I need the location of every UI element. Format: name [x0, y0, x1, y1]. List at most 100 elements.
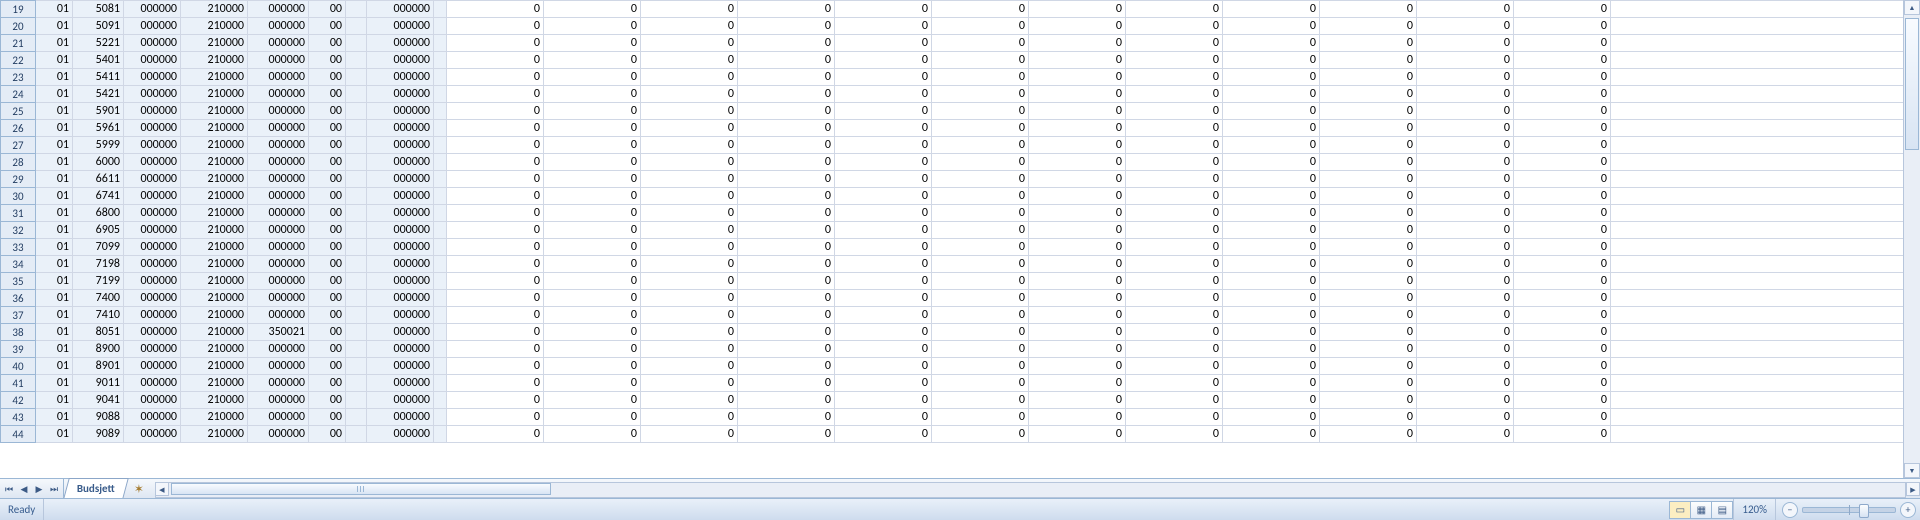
cell[interactable]: [1611, 256, 1918, 273]
cell[interactable]: 01: [36, 154, 73, 171]
cell[interactable]: 000000: [248, 103, 309, 120]
cell[interactable]: 0: [1514, 341, 1611, 358]
cell[interactable]: 0: [447, 18, 544, 35]
cell[interactable]: 0: [1320, 103, 1417, 120]
cell[interactable]: 0: [1320, 341, 1417, 358]
cell[interactable]: 0: [1320, 137, 1417, 154]
cell[interactable]: [434, 358, 447, 375]
cell[interactable]: 9088: [73, 409, 124, 426]
cell[interactable]: 000000: [248, 273, 309, 290]
cell[interactable]: [1611, 273, 1918, 290]
cell[interactable]: 000000: [248, 426, 309, 443]
cell[interactable]: 0: [1223, 392, 1320, 409]
cell[interactable]: 0: [835, 1, 932, 18]
cell[interactable]: 00: [309, 103, 346, 120]
cell[interactable]: 0: [1126, 290, 1223, 307]
cell[interactable]: 0: [1320, 273, 1417, 290]
cell[interactable]: 0: [1514, 18, 1611, 35]
cell[interactable]: 0: [1417, 392, 1514, 409]
cell[interactable]: 0: [447, 120, 544, 137]
cell[interactable]: 0: [835, 307, 932, 324]
cell[interactable]: 8051: [73, 324, 124, 341]
cell[interactable]: 0: [1514, 86, 1611, 103]
cell[interactable]: [1611, 69, 1918, 86]
cell[interactable]: 0: [1126, 35, 1223, 52]
cell[interactable]: 01: [36, 35, 73, 52]
cell[interactable]: [434, 188, 447, 205]
cell[interactable]: [1611, 35, 1918, 52]
cell[interactable]: 0: [932, 341, 1029, 358]
cell[interactable]: 0: [1320, 188, 1417, 205]
cell[interactable]: 0: [1514, 290, 1611, 307]
cell[interactable]: 00: [309, 137, 346, 154]
cell[interactable]: 000000: [124, 171, 181, 188]
cell[interactable]: 0: [1126, 171, 1223, 188]
cell[interactable]: 0: [1417, 222, 1514, 239]
cell[interactable]: 0: [1029, 154, 1126, 171]
cell[interactable]: [346, 273, 367, 290]
cell[interactable]: 0: [447, 290, 544, 307]
cell[interactable]: [346, 188, 367, 205]
cell[interactable]: 0: [1417, 341, 1514, 358]
cell[interactable]: 210000: [181, 375, 248, 392]
cell[interactable]: 0: [1029, 358, 1126, 375]
cell[interactable]: 0: [641, 103, 738, 120]
cell[interactable]: 01: [36, 426, 73, 443]
cell[interactable]: 210000: [181, 426, 248, 443]
cell[interactable]: 0: [738, 120, 835, 137]
cell[interactable]: 0: [1417, 273, 1514, 290]
cell[interactable]: 0: [1223, 341, 1320, 358]
cell[interactable]: 0: [641, 120, 738, 137]
cell[interactable]: [434, 392, 447, 409]
cell[interactable]: [346, 256, 367, 273]
cell[interactable]: 00: [309, 256, 346, 273]
cell[interactable]: [1611, 358, 1918, 375]
view-page-layout-button[interactable]: ▦: [1691, 502, 1712, 518]
cell[interactable]: 0: [835, 69, 932, 86]
cell[interactable]: 000000: [248, 222, 309, 239]
cell[interactable]: 000000: [124, 188, 181, 205]
cell[interactable]: [434, 69, 447, 86]
cell[interactable]: 0: [835, 239, 932, 256]
cell[interactable]: 000000: [367, 341, 434, 358]
cell[interactable]: 0: [835, 120, 932, 137]
cell[interactable]: 01: [36, 358, 73, 375]
cell[interactable]: 000000: [124, 324, 181, 341]
cell[interactable]: [346, 341, 367, 358]
cell[interactable]: [346, 35, 367, 52]
cell[interactable]: 0: [641, 69, 738, 86]
cell[interactable]: 00: [309, 392, 346, 409]
cell[interactable]: [434, 341, 447, 358]
cell[interactable]: 0: [1126, 1, 1223, 18]
cell[interactable]: 000000: [124, 409, 181, 426]
cell[interactable]: 0: [932, 52, 1029, 69]
vertical-scrollbar[interactable]: ▲ ▼: [1903, 0, 1920, 478]
cell[interactable]: 0: [1029, 239, 1126, 256]
cell[interactable]: [1611, 1, 1918, 18]
cell[interactable]: 0: [1029, 256, 1126, 273]
row-header[interactable]: 33: [1, 239, 36, 256]
cell[interactable]: 0: [447, 341, 544, 358]
row-header[interactable]: 38: [1, 324, 36, 341]
cell[interactable]: 0: [447, 375, 544, 392]
cell[interactable]: 0: [1417, 154, 1514, 171]
cell[interactable]: 0: [1126, 154, 1223, 171]
cell[interactable]: 0: [1514, 358, 1611, 375]
cell[interactable]: 210000: [181, 120, 248, 137]
cell[interactable]: 0: [544, 222, 641, 239]
cell[interactable]: 0: [738, 222, 835, 239]
cell[interactable]: 210000: [181, 188, 248, 205]
cell[interactable]: 0: [1126, 52, 1223, 69]
cell[interactable]: [434, 1, 447, 18]
cell[interactable]: [346, 69, 367, 86]
cell[interactable]: 0: [738, 290, 835, 307]
cell[interactable]: 000000: [124, 35, 181, 52]
cell[interactable]: 000000: [367, 375, 434, 392]
row-header[interactable]: 37: [1, 307, 36, 324]
cell[interactable]: 0: [1417, 239, 1514, 256]
cell[interactable]: 01: [36, 392, 73, 409]
cell[interactable]: 0: [835, 358, 932, 375]
cell[interactable]: 01: [36, 409, 73, 426]
cell[interactable]: 0: [1126, 307, 1223, 324]
row-header[interactable]: 25: [1, 103, 36, 120]
